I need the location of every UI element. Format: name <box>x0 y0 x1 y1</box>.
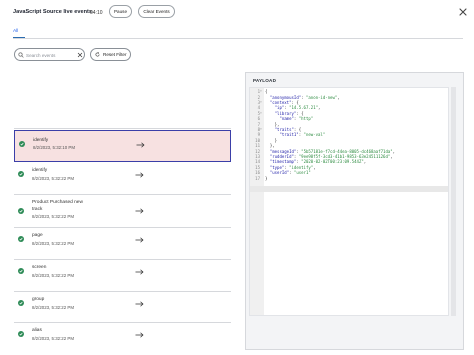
code-text: } <box>265 175 268 181</box>
check-circle-icon <box>18 268 24 274</box>
event-date: 8/2/2023, 5:32:22 PM <box>32 214 74 219</box>
event-list-item[interactable]: alias 8/2/2023, 5:32:22 PM <box>14 323 231 350</box>
event-name: page <box>32 233 43 238</box>
check-circle-icon <box>18 300 24 306</box>
arrow-right-icon <box>135 208 144 214</box>
event-name: screen <box>32 265 47 270</box>
event-name-line1: Product Purchased new <box>32 200 83 205</box>
tab-all[interactable]: All <box>13 29 18 34</box>
arrow-right-icon <box>135 269 144 275</box>
active-line-highlight <box>250 186 448 192</box>
arrow-right-icon <box>136 142 145 148</box>
event-name-line2: track <box>32 207 43 212</box>
event-date: 8/2/2023, 5:32:22 PM <box>32 241 74 246</box>
close-icon[interactable] <box>458 7 468 17</box>
reset-filter-button[interactable]: Reset Filter <box>90 48 131 61</box>
live-events-modal: JavaScript Source live events 04:10 Paus… <box>0 0 474 355</box>
arrow-right-icon <box>135 301 144 307</box>
arrow-right-icon <box>135 172 144 178</box>
event-date: 8/2/2023, 5:32:22 PM <box>32 176 74 181</box>
arrow-right-icon <box>135 332 144 338</box>
event-list-item[interactable]: page 8/2/2023, 5:32:22 PM <box>14 228 231 260</box>
event-name: group <box>32 297 45 302</box>
event-name: alias <box>32 328 42 333</box>
check-circle-icon <box>18 236 24 242</box>
line-number: 17 <box>255 175 260 181</box>
event-list-item[interactable]: identify 8/2/2023, 5:32:10 PM <box>14 130 231 162</box>
check-circle-icon <box>18 171 24 177</box>
search-input[interactable]: Search events <box>14 48 85 61</box>
check-circle-icon <box>19 141 25 147</box>
page-title: JavaScript Source live events <box>13 9 92 15</box>
clear-search-icon[interactable] <box>77 52 83 58</box>
event-date: 8/2/2023, 5:32:22 PM <box>32 273 74 278</box>
editor-scrollbar[interactable] <box>451 87 456 316</box>
clear-events-button[interactable]: Clear Events <box>138 5 175 18</box>
event-list-item[interactable]: group 8/2/2023, 5:32:22 PM <box>14 292 231 323</box>
event-date: 8/2/2023, 5:32:22 PM <box>32 305 74 310</box>
event-list-item[interactable]: Product Purchased new track 8/2/2023, 5:… <box>14 195 231 228</box>
check-circle-icon <box>18 208 24 214</box>
event-list: identify 8/2/2023, 5:32:10 PM identify 8… <box>14 128 231 350</box>
timer: 04:10 <box>90 9 103 16</box>
payload-label: PAYLOAD <box>253 78 277 83</box>
check-circle-icon <box>18 331 24 337</box>
event-date: 8/2/2023, 5:32:22 PM <box>32 336 74 341</box>
event-list-item[interactable]: identify 8/2/2023, 5:32:22 PM <box>14 163 231 195</box>
event-name: identify <box>33 138 49 143</box>
payload-code-editor[interactable]: 1 ▾{2 "anonymousId": "anon-id-new", 3 ▾ "co… <box>249 87 449 316</box>
event-name: identify <box>32 168 48 173</box>
tab-divider <box>13 38 463 39</box>
arrow-right-icon <box>135 237 144 243</box>
search-placeholder: Search events <box>26 52 56 58</box>
event-date: 8/2/2023, 5:32:10 PM <box>33 145 75 150</box>
search-icon <box>18 52 24 58</box>
reset-filter-label: Reset Filter <box>103 52 127 57</box>
modal-header: JavaScript Source live events 04:10 Paus… <box>0 0 474 28</box>
code-line: 17} <box>250 176 448 181</box>
pause-button[interactable]: Pause <box>109 5 132 18</box>
refresh-icon <box>95 52 100 57</box>
event-list-item[interactable]: screen 8/2/2023, 5:32:22 PM <box>14 260 231 292</box>
tab-active-indicator <box>13 37 25 38</box>
